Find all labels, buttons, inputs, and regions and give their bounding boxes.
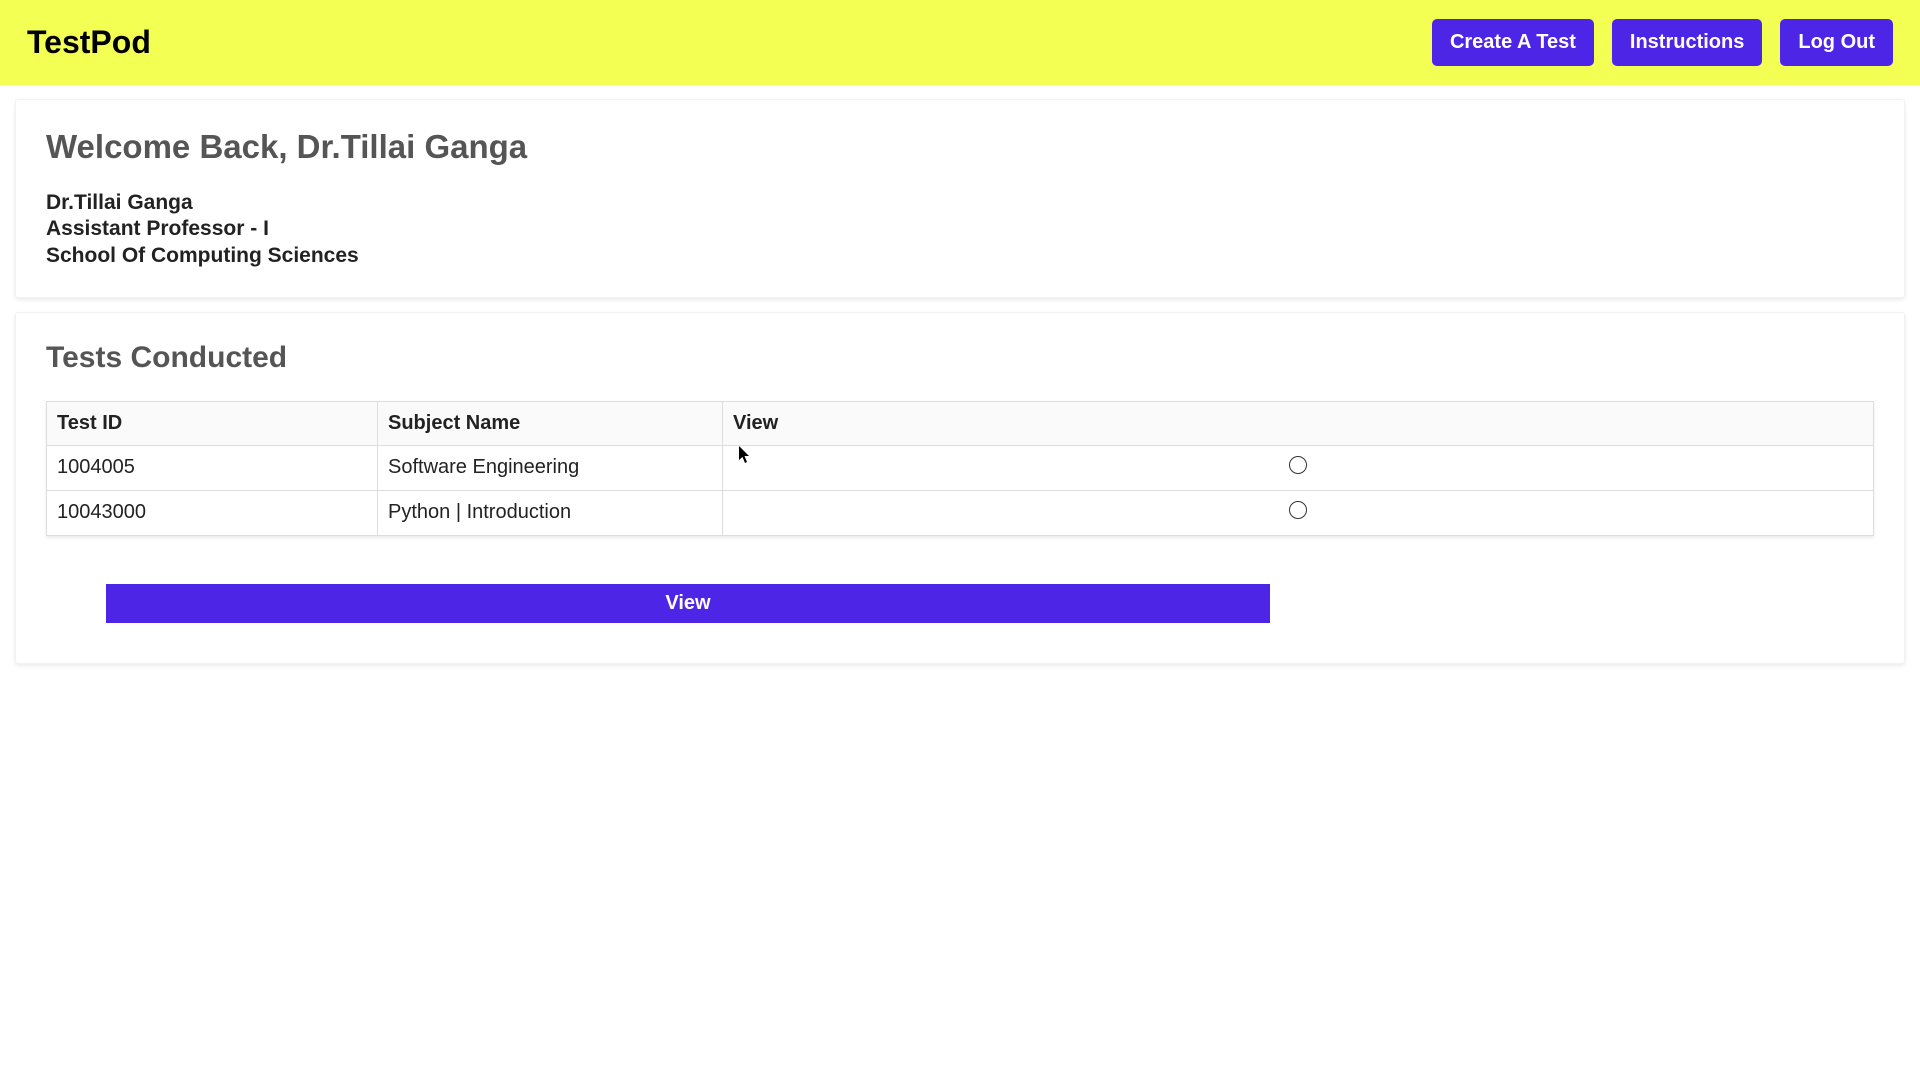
user-role: Assistant Professor - I — [46, 216, 1874, 242]
cell-subject: Python | Introduction — [378, 490, 723, 535]
nav-button-group: Create A Test Instructions Log Out — [1432, 19, 1893, 66]
cell-view-radio — [723, 490, 1874, 535]
tests-title: Tests Conducted — [46, 341, 1874, 375]
tests-table: Test ID Subject Name View 1004005 Softwa… — [46, 401, 1874, 536]
table-header-row: Test ID Subject Name View — [47, 401, 1874, 445]
logo[interactable]: TestPod — [27, 24, 151, 61]
table-row: 1004005 Software Engineering — [47, 445, 1874, 490]
view-radio-1[interactable] — [1289, 501, 1307, 519]
cell-subject: Software Engineering — [378, 445, 723, 490]
cell-test-id: 1004005 — [47, 445, 378, 490]
cell-test-id: 10043000 — [47, 490, 378, 535]
table-row: 10043000 Python | Introduction — [47, 490, 1874, 535]
user-name: Dr.Tillai Ganga — [46, 190, 1874, 216]
view-button[interactable]: View — [106, 584, 1270, 623]
cell-view-radio — [723, 445, 1874, 490]
instructions-button[interactable]: Instructions — [1612, 19, 1762, 66]
header-subject-name: Subject Name — [378, 401, 723, 445]
create-test-button[interactable]: Create A Test — [1432, 19, 1594, 66]
header-view: View — [723, 401, 1874, 445]
header-bar: TestPod Create A Test Instructions Log O… — [0, 0, 1920, 85]
log-out-button[interactable]: Log Out — [1780, 19, 1893, 66]
view-radio-0[interactable] — [1289, 456, 1307, 474]
welcome-card: Welcome Back, Dr.Tillai Ganga Dr.Tillai … — [15, 99, 1905, 298]
user-school: School Of Computing Sciences — [46, 243, 1874, 269]
welcome-title: Welcome Back, Dr.Tillai Ganga — [46, 128, 1874, 166]
header-test-id: Test ID — [47, 401, 378, 445]
tests-card: Tests Conducted Test ID Subject Name Vie… — [15, 312, 1905, 664]
user-info: Dr.Tillai Ganga Assistant Professor - I … — [46, 190, 1874, 269]
